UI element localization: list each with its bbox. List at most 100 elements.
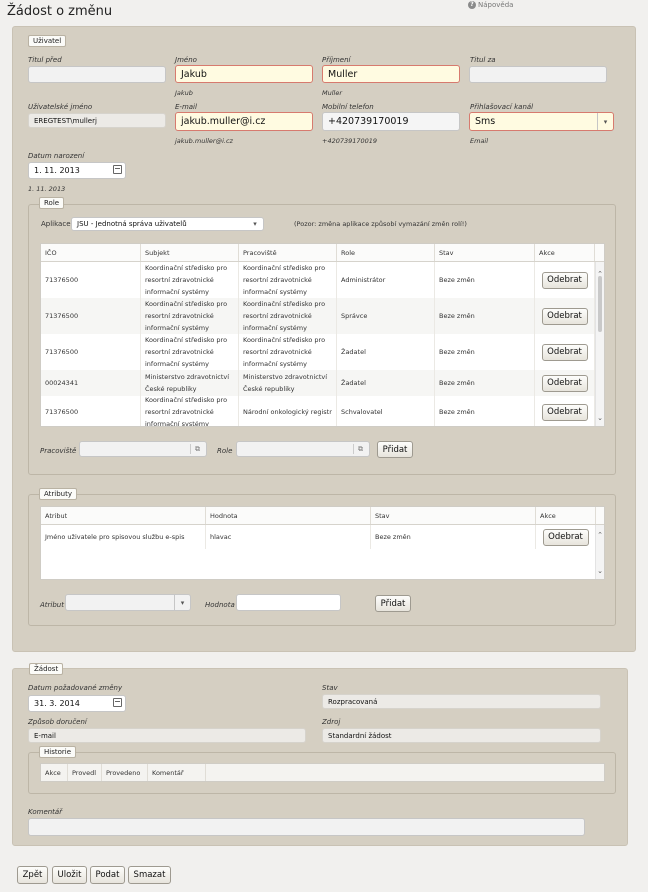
value-cell: hlavac	[206, 525, 371, 549]
remove-role-button[interactable]: Odebrat	[541, 374, 588, 392]
col-ico: IČO	[41, 244, 141, 261]
ico-cell: 71376500	[41, 298, 141, 334]
remove-role-button[interactable]: Odebrat	[541, 343, 588, 361]
email-input[interactable]: jakub.muller@i.cz	[175, 112, 313, 131]
login-channel-label: Přihlašovací kanál	[470, 103, 534, 111]
scroll-up-icon[interactable]: ⌃	[596, 531, 604, 539]
value-input[interactable]	[236, 594, 341, 611]
last-name-input[interactable]: Muller	[322, 65, 460, 83]
subject-cell: Ministerstvo zdravotnictví České republi…	[141, 370, 239, 396]
col-attribute: Atribut	[41, 507, 206, 524]
first-name-original: Jakub	[175, 89, 193, 97]
col-history-comment: Komentář	[148, 764, 206, 781]
lookup-icon[interactable]: ⧉	[190, 444, 204, 454]
remove-role-button[interactable]: Odebrat	[541, 307, 588, 325]
col-value: Hodnota	[206, 507, 371, 524]
last-name-label: Příjmení	[322, 56, 351, 64]
roles-table-scrollbar[interactable]: ⌃ ⌄	[595, 262, 604, 426]
table-row: 71376500 Koordinační středisko pro resort…	[41, 298, 604, 334]
workplace-cell: Národní onkologický registr	[239, 396, 337, 426]
action-cell: Odebrat	[536, 525, 596, 549]
mobile-original: +420739170019	[322, 137, 378, 145]
col-subject: Subjekt	[141, 244, 239, 261]
workplace-input[interactable]: ⧉	[79, 441, 207, 457]
title-after-input[interactable]	[469, 66, 607, 83]
birth-date-original: 1. 11. 2013	[28, 185, 66, 193]
submit-button[interactable]: Podat	[90, 866, 125, 884]
state-value: Rozpracovaná	[322, 694, 601, 709]
login-channel-select[interactable]: Sms ▾	[469, 112, 614, 131]
role-label: Role	[217, 447, 233, 455]
state-cell: Beze změn	[435, 262, 535, 298]
table-row: 71376500 Koordinační středisko pro resort…	[41, 396, 604, 426]
subject-cell: Koordinační středisko pro resortní zdrav…	[141, 334, 239, 370]
title-before-input[interactable]	[28, 66, 166, 83]
attribute-select[interactable]: ▾	[65, 594, 191, 611]
app-select[interactable]: JSU - Jednotná správa uživatelů ▾	[71, 217, 264, 231]
workplace-cell: Koordinační středisko pro resortní zdrav…	[239, 262, 337, 298]
calendar-icon[interactable]	[113, 698, 122, 707]
value-label: Hodnota	[205, 601, 235, 609]
action-cell: Odebrat	[535, 334, 595, 370]
source-label: Zdroj	[322, 718, 341, 726]
delete-button[interactable]: Smazat	[128, 866, 171, 884]
save-button[interactable]: Uložit	[52, 866, 87, 884]
col-history-done: Provedeno	[102, 764, 148, 781]
col-workplace: Pracoviště	[239, 244, 337, 261]
add-attribute-button[interactable]: Přidat	[375, 595, 411, 612]
birth-date-input[interactable]: 1. 11. 2013	[28, 162, 126, 179]
first-name-input[interactable]: Jakub	[175, 65, 313, 83]
attribute-cell: Jméno uživatele pro spisovou službu e-sp…	[41, 525, 206, 549]
request-legend: Žádost	[29, 663, 64, 675]
remove-role-button[interactable]: Odebrat	[541, 271, 588, 289]
chevron-down-icon[interactable]: ▾	[597, 113, 613, 130]
table-row: Jméno uživatele pro spisovou službu e-sp…	[41, 525, 604, 549]
subject-cell: Koordinační středisko pro resortní zdrav…	[141, 396, 239, 426]
app-note: (Pozor: změna aplikace způsobí vymazání …	[294, 220, 467, 228]
state-cell: Beze změn	[435, 370, 535, 396]
chevron-down-icon[interactable]: ▾	[174, 595, 190, 610]
role-cell: Schvalovatel	[337, 396, 435, 426]
roles-table: IČO Subjekt Pracoviště Role Stav Akce 71…	[40, 243, 605, 427]
comment-input[interactable]	[28, 818, 585, 836]
scroll-thumb[interactable]	[598, 276, 602, 332]
login-channel-original: Email	[470, 137, 489, 145]
ico-cell: 71376500	[41, 262, 141, 298]
attributes-table-scrollbar[interactable]: ⌃ ⌄	[595, 525, 604, 579]
roles-table-header: IČO Subjekt Pracoviště Role Stav Akce	[41, 244, 604, 262]
remove-attribute-button[interactable]: Odebrat	[542, 528, 589, 546]
comment-label: Komentář	[28, 808, 63, 816]
calendar-icon[interactable]	[113, 165, 122, 174]
help-label: Nápověda	[478, 1, 514, 9]
col-attr-action: Akce	[536, 507, 596, 524]
roles-table-body: 71376500 Koordinační středisko pro resort…	[41, 262, 604, 426]
state-cell: Beze změn	[435, 396, 535, 426]
history-table: Akce Provedl Provedeno Komentář	[40, 763, 605, 782]
workplace-label: Pracoviště	[40, 447, 77, 455]
state-cell: Beze změn	[435, 298, 535, 334]
help-icon: ?	[468, 1, 476, 9]
col-action: Akce	[535, 244, 595, 261]
scroll-down-icon[interactable]: ⌄	[596, 414, 604, 422]
table-row: 00024341 Ministerstvo zdravotnictví České…	[41, 370, 604, 396]
scroll-down-icon[interactable]: ⌄	[596, 567, 604, 575]
ico-cell: 71376500	[41, 396, 141, 426]
last-name-original: Muller	[322, 89, 343, 97]
chevron-down-icon[interactable]: ▾	[247, 218, 263, 230]
attributes-table: Atribut Hodnota Stav Akce Jméno uživatel…	[40, 506, 605, 580]
role-input[interactable]: ⧉	[236, 441, 370, 457]
attributes-legend: Atributy	[39, 488, 77, 500]
remove-role-button[interactable]: Odebrat	[541, 403, 588, 421]
help-link[interactable]: ? Nápověda	[468, 1, 513, 9]
back-button[interactable]: Zpět	[17, 866, 48, 884]
requested-date-input[interactable]: 31. 3. 2014	[28, 695, 126, 712]
login-channel-value: Sms	[475, 116, 496, 127]
role-cell: Správce	[337, 298, 435, 334]
mobile-input[interactable]: +420739170019	[322, 112, 460, 131]
roles-legend: Role	[39, 197, 65, 209]
email-original: jakub.muller@i.cz	[175, 137, 233, 145]
lookup-icon[interactable]: ⧉	[353, 444, 367, 454]
add-role-button[interactable]: Přidat	[377, 441, 413, 458]
workplace-cell: Ministerstvo zdravotnictví České republi…	[239, 370, 337, 396]
email-label: E-mail	[175, 103, 197, 111]
